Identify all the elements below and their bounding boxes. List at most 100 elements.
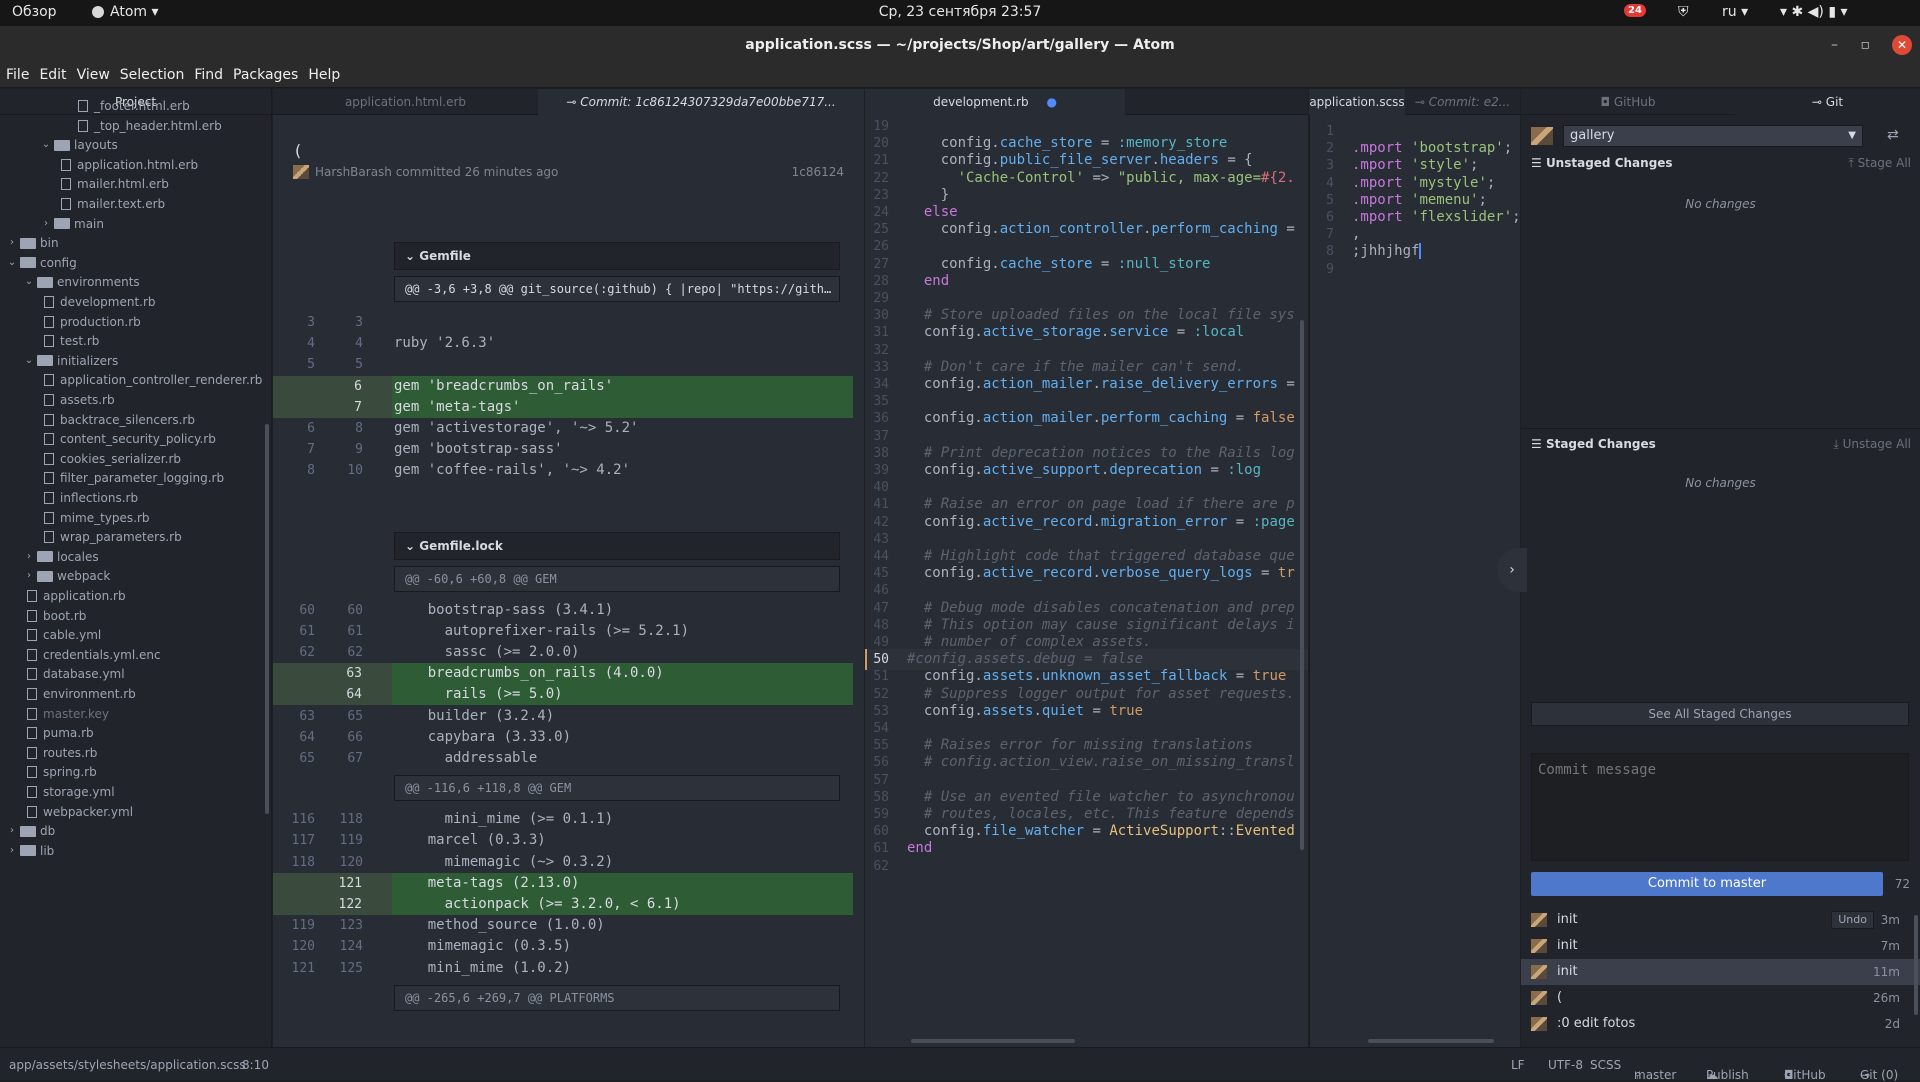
chevron-down-icon[interactable]: ⌄	[40, 134, 52, 156]
chevron-down-icon[interactable]: ⌄	[405, 539, 419, 553]
status-cursor-position[interactable]: 8:10	[242, 1058, 269, 1072]
stage-all-button[interactable]: ⤒ Stage All	[1849, 151, 1912, 175]
notification-badge[interactable]: 24	[1624, 4, 1646, 17]
tab-application-scss[interactable]: application.scss	[1309, 89, 1405, 115]
unstage-all-button[interactable]: ⤓ Unstage All	[1833, 432, 1911, 456]
chevron-down-icon[interactable]: ⌄	[23, 350, 35, 372]
status-file-path[interactable]: app/assets/stylesheets/application.scss	[9, 1058, 246, 1072]
branch-switch-icon[interactable]: ⇄	[1887, 127, 1899, 143]
diff-hunk-header: @@ -116,6 +118,8 @@ GEM	[394, 775, 840, 802]
diff-file-header[interactable]: ⌄ Gemfile	[394, 242, 840, 270]
folder-icon	[37, 355, 53, 367]
diff-line-text: autoprefixer-rails (>= 5.2.1)	[394, 622, 690, 639]
minimize-icon[interactable]: –	[1831, 26, 1838, 64]
code-token: # config.action_view.raise_on_missing_tr…	[923, 754, 1295, 771]
chevron-down-icon[interactable]: ⌄	[6, 252, 18, 274]
commit-list-item[interactable]: init 11m	[1521, 959, 1920, 985]
tab-git[interactable]: ⊸ Git	[1735, 89, 1920, 115]
undo-button[interactable]: Undo	[1831, 911, 1874, 929]
branch-select[interactable]: gallery ▼	[1563, 125, 1863, 147]
status-grammar[interactable]: SCSS	[1590, 1058, 1621, 1072]
commit-list-item[interactable]: init 7m	[1521, 933, 1920, 959]
diff-file-header[interactable]: ⌄ Gemfile.lock	[394, 531, 840, 560]
file-icon	[78, 119, 88, 132]
diff-gutter: 63 65	[273, 706, 393, 727]
menu-edit[interactable]: Edit	[33, 64, 70, 83]
commit-detail-pane: ( HarshBarash committed 26 minutes ago 1…	[273, 115, 864, 1047]
menu-file[interactable]: File	[0, 64, 33, 83]
commit-message-input[interactable]	[1531, 753, 1909, 861]
status-line-ending[interactable]: LF	[1511, 1058, 1525, 1072]
new-line-number: 64	[346, 687, 362, 703]
keyboard-layout-selector[interactable]: ru ▾	[1722, 4, 1748, 20]
editor-application-scss[interactable]: 1 2 .mport 'bootstrap'; 3 .mport 'style'; 4 .m…	[1309, 115, 1520, 1047]
code-token: verbose_query_logs	[1100, 565, 1253, 582]
maximize-icon[interactable]: ▫	[1861, 26, 1871, 64]
diff-gutter: 68	[273, 418, 393, 439]
file-icon	[61, 178, 71, 191]
code-token: #{2.	[1261, 169, 1295, 186]
avatar	[293, 165, 309, 179]
tab-git-label: Git	[1825, 95, 1844, 109]
code-token: 'flexslider'	[1411, 209, 1513, 225]
tab-commit-e2[interactable]: ⊸ Commit: e2...	[1405, 89, 1520, 115]
shield-icon[interactable]: ⛨	[1678, 4, 1689, 20]
diff-line-text: marcel (0.3.3)	[394, 832, 546, 849]
tab-commit[interactable]: ⊸ Commit: 1c86124307329da7e00bbe717...	[538, 89, 864, 115]
commit-list-item[interactable]: (26m	[1521, 985, 1920, 1011]
editor-hscrollbar[interactable]	[911, 1039, 1075, 1043]
menu-selection[interactable]: Selection	[114, 64, 189, 83]
menu-help[interactable]: Help	[302, 64, 344, 83]
diff-gutter: 7	[273, 396, 392, 418]
staged-header: ☰ Staged Changes ⤓ Unstage All	[1531, 432, 1911, 456]
diff-gutter: 121 125	[273, 958, 393, 979]
chevron-down-icon[interactable]: ⌄	[23, 271, 35, 293]
menu-packages[interactable]: Packages	[227, 64, 302, 83]
chevron-down-icon: ▼	[1848, 130, 1856, 141]
menu-view[interactable]: View	[71, 64, 114, 83]
new-line-number: 121	[338, 875, 362, 891]
chevron-right-icon[interactable]: ›	[6, 840, 18, 862]
file-icon	[61, 198, 71, 210]
new-line-number: 122	[338, 897, 362, 912]
commit-list-item[interactable]: :0 edit fotos 2d	[1521, 1011, 1920, 1037]
commit-list-item[interactable]: init Undo 3m	[1521, 907, 1920, 933]
code-token: .mport	[1352, 174, 1412, 191]
editor-scrollbar[interactable]	[1300, 320, 1304, 850]
code-token: .	[1033, 702, 1042, 719]
code-token: perform_caching	[1151, 221, 1278, 238]
tree-item[interactable]: › lib	[6, 840, 54, 862]
diff-line-text: rails (>= 5.0)	[394, 686, 563, 703]
code-token: config.	[907, 255, 1000, 272]
see-all-staged-button[interactable]: See All Staged Changes	[1531, 702, 1909, 726]
code-token: true	[1252, 668, 1287, 685]
commit-time: 26m	[1873, 991, 1900, 1005]
diff-line-text: mimemagic (~> 0.3.2)	[394, 853, 614, 870]
diff-gutter: 64	[273, 684, 392, 706]
code-token: =	[1092, 135, 1118, 152]
old-line-number: 117	[291, 833, 315, 849]
tab-application-html[interactable]: application.html.erb	[273, 89, 538, 115]
close-icon[interactable]: ✕	[1892, 35, 1912, 55]
tree-scrollbar[interactable]	[265, 424, 269, 814]
status-encoding[interactable]: UTF-8	[1548, 1058, 1583, 1072]
code-token: ,	[1352, 226, 1361, 243]
menu-find[interactable]: Find	[188, 64, 227, 83]
editor-development-rb[interactable]: 19 20 config.cache_store = :memory_store 2…	[865, 115, 1308, 1047]
commit-message: init	[1557, 912, 1578, 927]
code-token: =	[1227, 513, 1253, 530]
log-scrollbar[interactable]	[1914, 915, 1918, 1015]
old-line-number: 61	[299, 623, 315, 639]
commit-sha[interactable]: 1c86124	[792, 165, 844, 179]
chevron-down-icon[interactable]: ⌄	[405, 249, 419, 263]
modified-dot-icon: ●	[1046, 95, 1057, 109]
file-icon	[44, 315, 54, 328]
system-status-icons[interactable]: ▾ ✱ ◀) ▮ ▾	[1780, 4, 1848, 20]
system-top-bar: Обзор Atom ▾ Ср, 23 сентября 23:57 24 ⛨ …	[0, 0, 1920, 26]
tab-development-rb[interactable]: development.rb ●	[865, 89, 1125, 115]
commit-button[interactable]: Commit to master	[1531, 872, 1883, 896]
editor-hscrollbar[interactable]	[1368, 1039, 1494, 1043]
code-token: config.	[907, 410, 983, 427]
tab-github[interactable]: ◘ GitHub	[1521, 89, 1735, 115]
